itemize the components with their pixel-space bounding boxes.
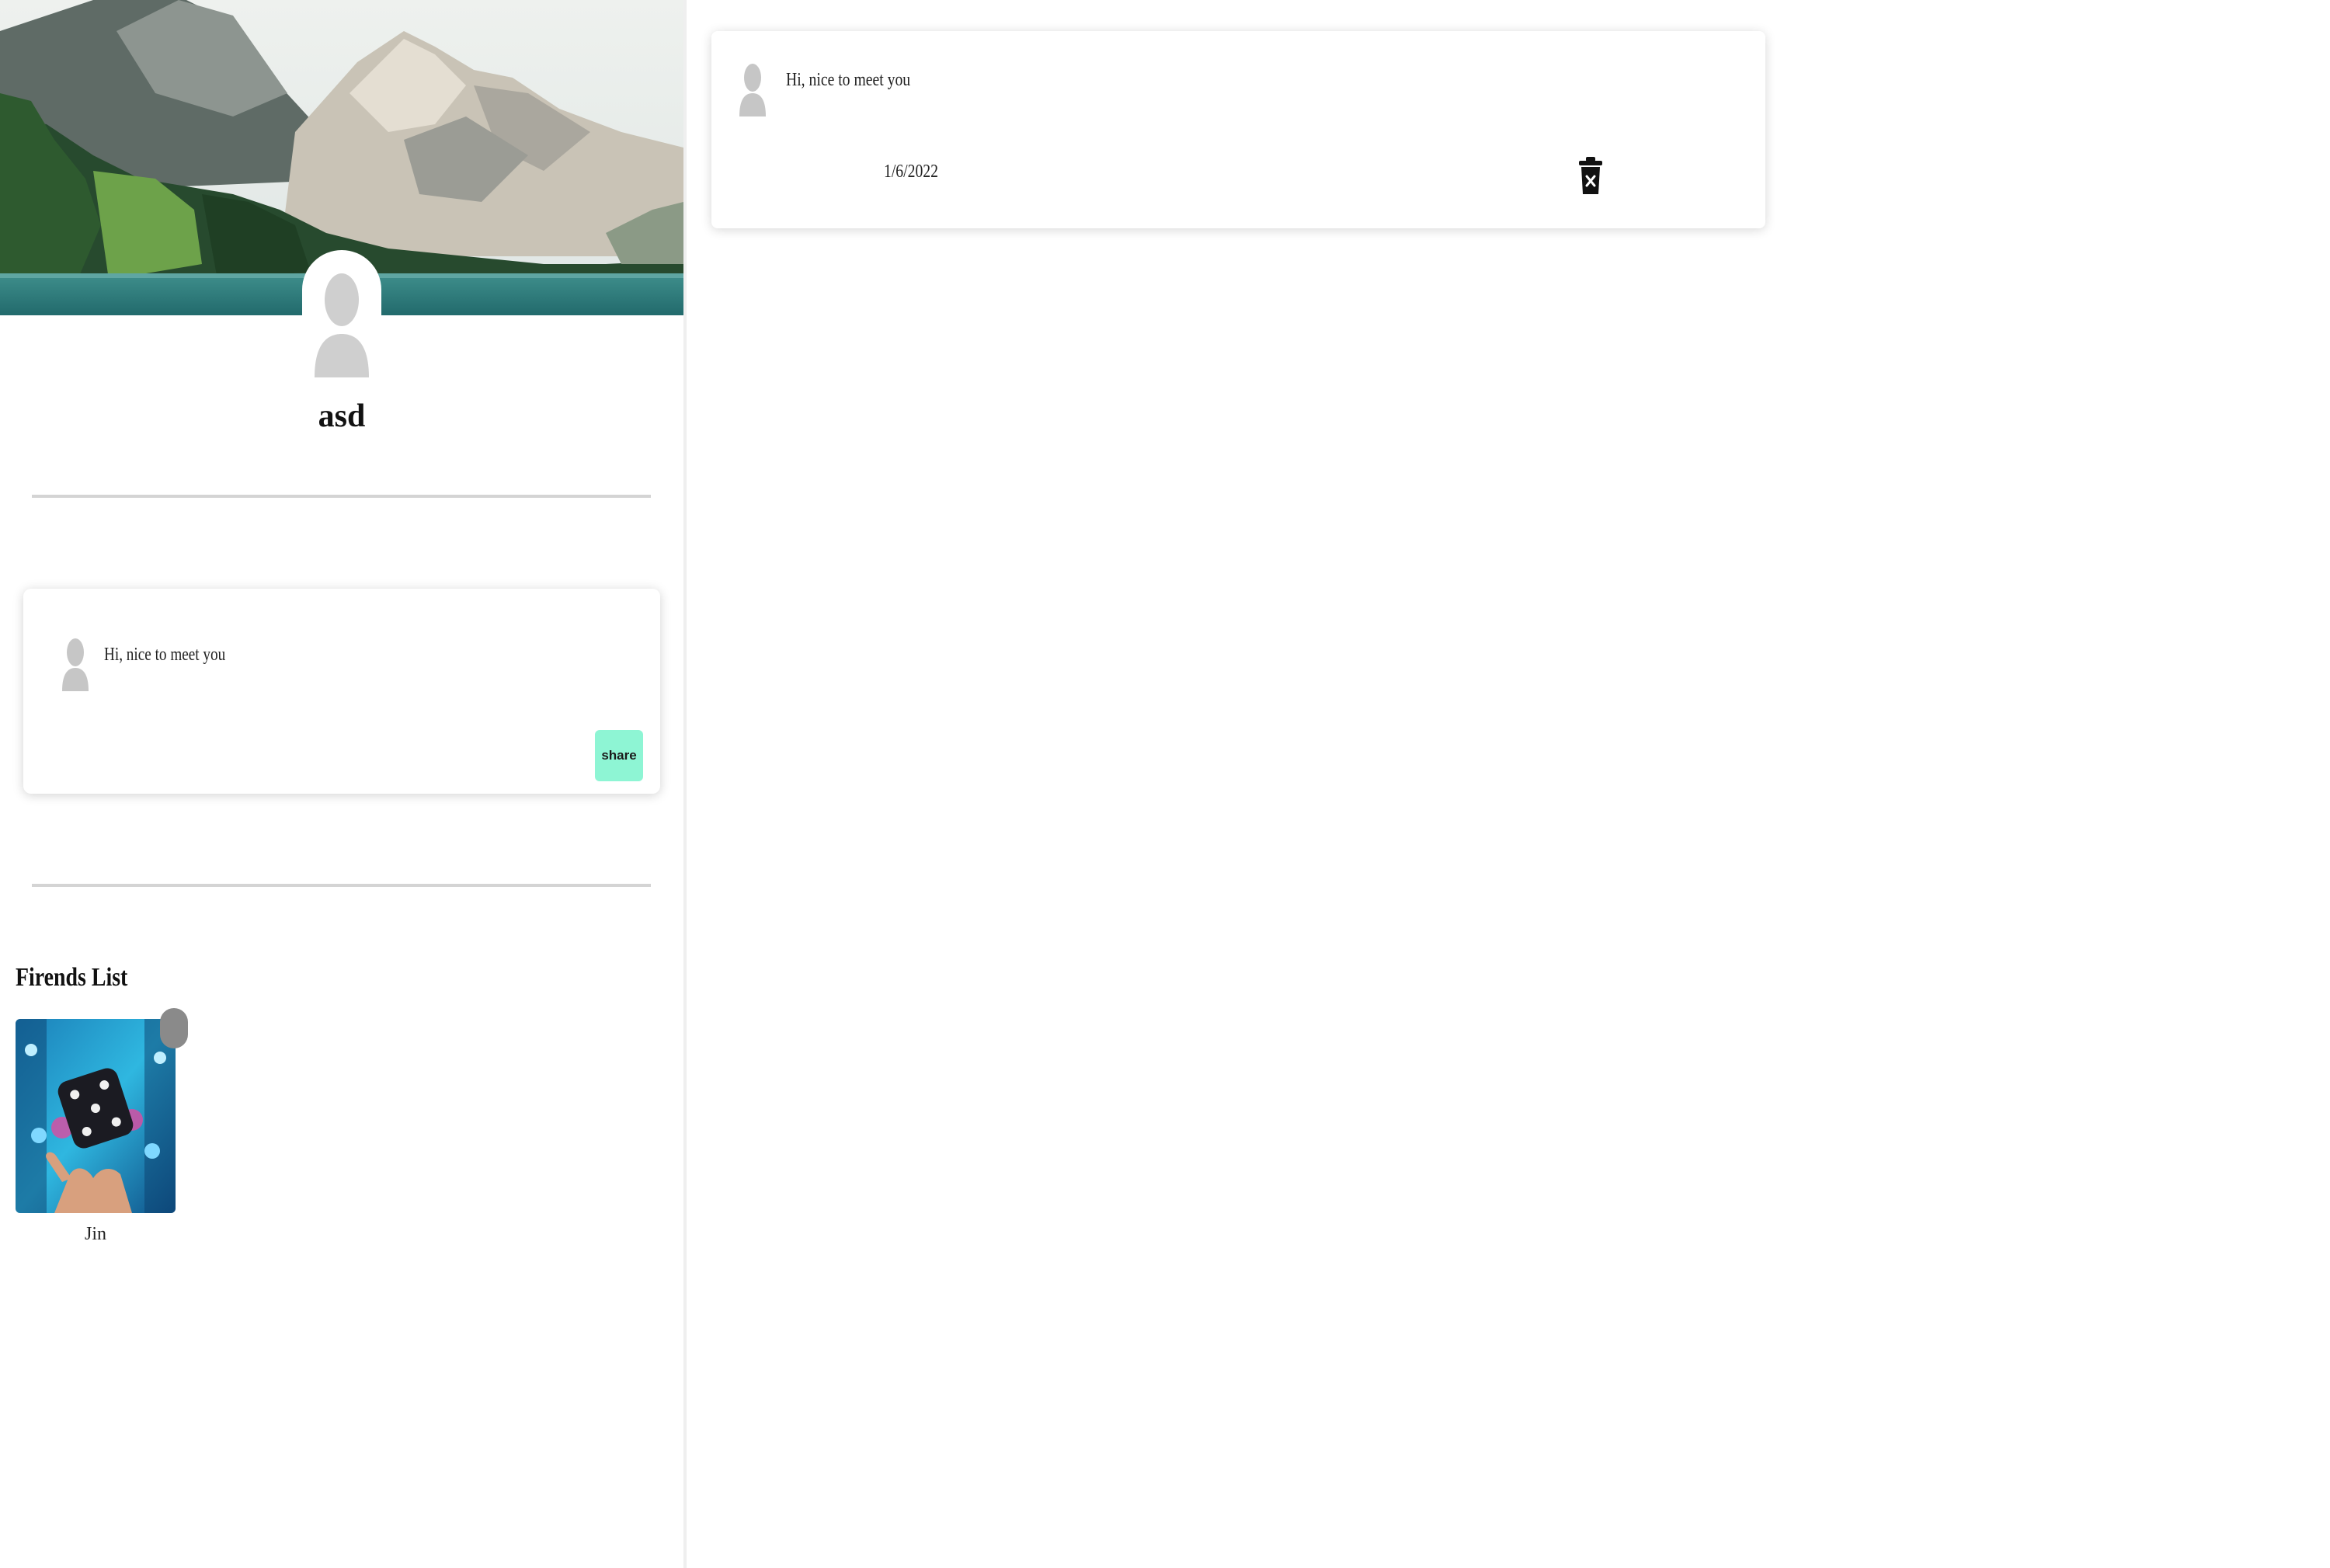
online-status-indicator bbox=[160, 1008, 188, 1048]
trash-icon bbox=[1579, 157, 1602, 194]
profile-sidebar: asd Hi, nice to meet you share Firends L… bbox=[0, 0, 683, 1568]
share-button[interactable]: share bbox=[595, 730, 643, 781]
divider bbox=[32, 495, 651, 498]
column-divider bbox=[683, 0, 687, 1568]
post-card: Hi, nice to meet you 1/6/2022 bbox=[711, 31, 1765, 228]
post-text: Hi, nice to meet you bbox=[786, 70, 911, 90]
divider bbox=[32, 884, 651, 887]
user-silhouette-icon bbox=[62, 638, 89, 691]
friend-photo[interactable] bbox=[16, 1019, 176, 1213]
friend-card[interactable]: Jin bbox=[16, 1008, 188, 1252]
compose-card: Hi, nice to meet you share bbox=[23, 589, 660, 794]
compose-input[interactable]: Hi, nice to meet you bbox=[104, 645, 225, 666]
profile-avatar[interactable] bbox=[302, 250, 381, 377]
user-silhouette-icon bbox=[739, 64, 766, 116]
profile-name: asd bbox=[318, 398, 366, 434]
delete-post-button[interactable] bbox=[1577, 155, 1605, 196]
friend-name[interactable]: Jin bbox=[16, 1224, 176, 1245]
user-silhouette-icon bbox=[315, 273, 369, 377]
post-date: 1/6/2022 bbox=[884, 162, 938, 182]
friends-list-title: Firends List bbox=[16, 963, 128, 992]
friend-photo-image bbox=[16, 1019, 176, 1213]
